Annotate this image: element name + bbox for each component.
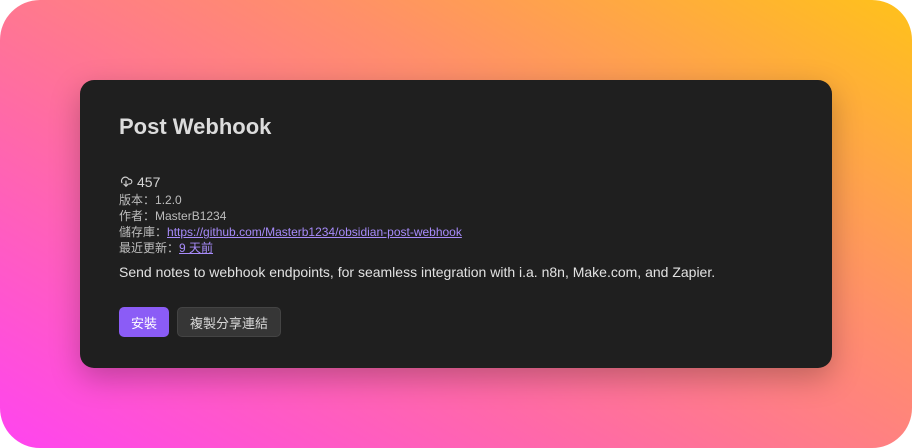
repository-label: 儲存庫： <box>119 225 168 239</box>
version-label: 版本： <box>119 193 156 207</box>
updated-row: 最近更新：9 天前 <box>119 240 793 256</box>
action-buttons: 安裝 複製分享連結 <box>119 307 793 337</box>
version-value: 1.2.0 <box>155 193 182 207</box>
gradient-background: Post Webhook 457 版本：1.2.0 作者：MasterB1234… <box>0 0 912 448</box>
author-label: 作者： <box>119 209 156 223</box>
author-value: MasterB1234 <box>155 209 227 223</box>
plugin-description: Send notes to webhook endpoints, for sea… <box>119 264 716 280</box>
downloads-value: 457 <box>137 174 161 190</box>
downloads-count: 457 <box>119 172 793 192</box>
repository-link[interactable]: https://github.com/Masterb1234/obsidian-… <box>167 225 462 239</box>
plugin-title: Post Webhook <box>119 114 272 139</box>
updated-label: 最近更新： <box>119 241 180 255</box>
repository-row: 儲存庫：https://github.com/Masterb1234/obsid… <box>119 224 793 240</box>
updated-link[interactable]: 9 天前 <box>179 241 213 255</box>
install-button[interactable]: 安裝 <box>119 307 170 337</box>
author-row: 作者：MasterB1234 <box>119 208 793 224</box>
download-cloud-icon <box>119 174 137 191</box>
plugin-card: Post Webhook 457 版本：1.2.0 作者：MasterB1234… <box>80 80 832 368</box>
copy-share-link-button[interactable]: 複製分享連結 <box>177 307 282 337</box>
version-row: 版本：1.2.0 <box>119 192 793 208</box>
